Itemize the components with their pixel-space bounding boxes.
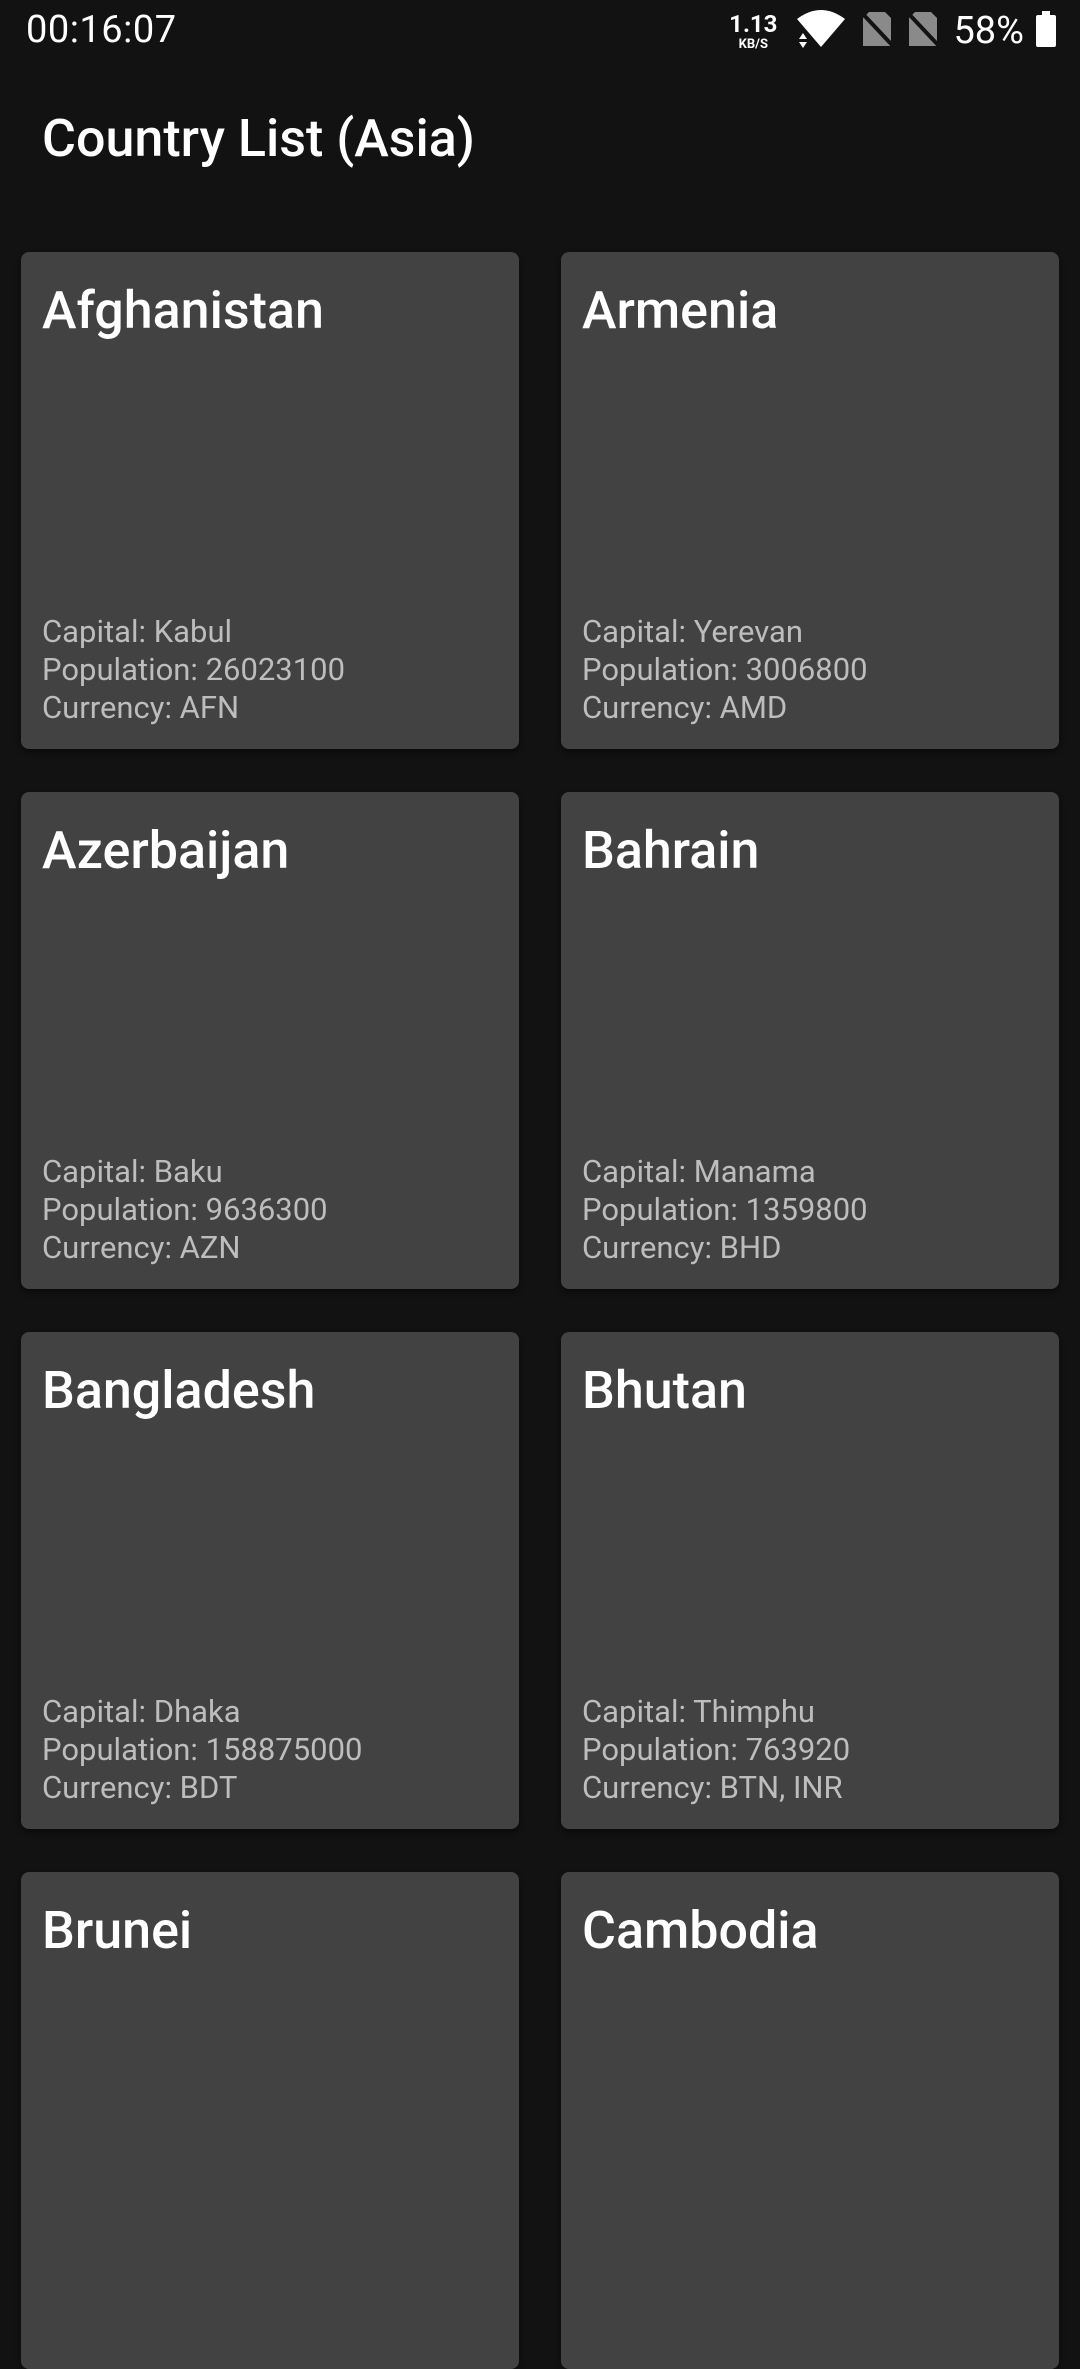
country-capital: Capital: Yerevan — [582, 613, 804, 650]
country-card[interactable]: Bhutan Capital: Thimphu Population: 7639… — [561, 1332, 1059, 1829]
country-population: Population: 1359800 — [582, 1191, 868, 1228]
network-speed: 1.13 KB/S — [729, 12, 777, 51]
country-name: Bhutan — [582, 1360, 747, 1421]
network-speed-unit: KB/S — [738, 36, 768, 52]
country-card[interactable]: Bangladesh Capital: Dhaka Population: 15… — [21, 1332, 519, 1829]
country-card[interactable]: Brunei — [21, 1872, 519, 2369]
status-icons: 1.13 KB/S 58% — [729, 8, 1056, 54]
no-sim-icon — [859, 10, 895, 52]
country-currency: Currency: AMD — [582, 689, 788, 726]
country-capital: Capital: Manama — [582, 1153, 816, 1190]
country-currency: Currency: BTN, INR — [582, 1769, 843, 1806]
country-details: Capital: Dhaka Population: 158875000 Cur… — [42, 1693, 362, 1807]
country-name: Bahrain — [582, 820, 760, 881]
country-name: Cambodia — [582, 1900, 819, 1961]
country-name: Azerbaijan — [42, 820, 290, 881]
country-card[interactable]: Azerbaijan Capital: Baku Population: 963… — [21, 792, 519, 1289]
wifi-icon — [795, 9, 847, 53]
country-card[interactable]: Armenia Capital: Yerevan Population: 300… — [561, 252, 1059, 749]
country-details: Capital: Yerevan Population: 3006800 Cur… — [582, 613, 868, 727]
country-population: Population: 158875000 — [42, 1731, 363, 1768]
country-card[interactable]: Afghanistan Capital: Kabul Population: 2… — [21, 252, 519, 749]
network-speed-value: 1.13 — [729, 9, 778, 38]
status-bar: 00:16:07 1.13 KB/S 58% — [0, 0, 1080, 62]
page-title: Country List (Asia) — [42, 108, 475, 169]
battery-percent: 58% — [953, 9, 1024, 53]
country-details: Capital: Baku Population: 9636300 Curren… — [42, 1153, 328, 1267]
country-currency: Currency: BDT — [42, 1769, 238, 1806]
country-capital: Capital: Dhaka — [42, 1693, 241, 1730]
country-currency: Currency: AFN — [42, 689, 240, 726]
country-capital: Capital: Baku — [42, 1153, 223, 1190]
no-sim-icon-2 — [905, 10, 941, 52]
country-population: Population: 3006800 — [582, 651, 868, 688]
country-capital: Capital: Kabul — [42, 613, 233, 650]
battery-icon — [1036, 11, 1056, 51]
country-currency: Currency: BHD — [582, 1229, 782, 1266]
country-population: Population: 763920 — [582, 1731, 851, 1768]
country-details: Capital: Thimphu Population: 763920 Curr… — [582, 1693, 850, 1807]
country-name: Bangladesh — [42, 1360, 316, 1421]
status-time: 00:16:07 — [26, 8, 177, 52]
country-currency: Currency: AZN — [42, 1229, 241, 1266]
country-grid: Afghanistan Capital: Kabul Population: 2… — [21, 252, 1059, 2369]
country-name: Armenia — [582, 280, 779, 341]
country-details: Capital: Kabul Population: 26023100 Curr… — [42, 613, 345, 727]
country-details: Capital: Manama Population: 1359800 Curr… — [582, 1153, 868, 1267]
country-population: Population: 26023100 — [42, 651, 345, 688]
country-name: Afghanistan — [42, 280, 324, 341]
country-population: Population: 9636300 — [42, 1191, 328, 1228]
country-card[interactable]: Bahrain Capital: Manama Population: 1359… — [561, 792, 1059, 1289]
country-card[interactable]: Cambodia — [561, 1872, 1059, 2369]
country-name: Brunei — [42, 1900, 193, 1961]
country-capital: Capital: Thimphu — [582, 1693, 815, 1730]
